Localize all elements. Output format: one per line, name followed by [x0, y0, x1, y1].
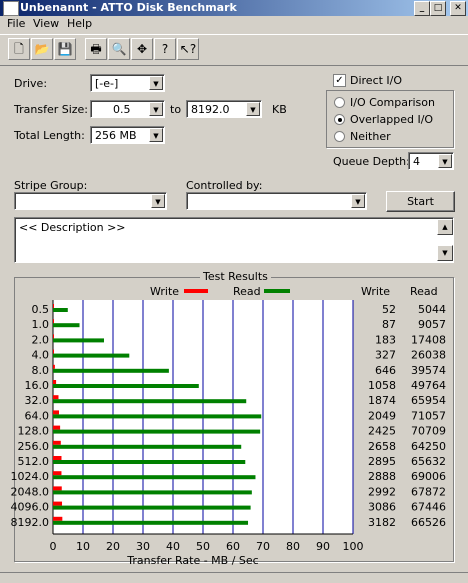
category-label: 1.0: [32, 318, 50, 331]
read-bar: [53, 520, 249, 525]
read-bar: [53, 323, 80, 328]
category-label: 0.5: [32, 303, 50, 316]
write-value: 327: [375, 349, 396, 362]
write-bar: [53, 456, 62, 460]
write-bar: [53, 364, 55, 369]
read-bar: [53, 414, 262, 419]
read-bar: [53, 475, 256, 480]
status-bar: [0, 572, 468, 583]
category-label: 1024.0: [11, 470, 50, 483]
x-tick-label: 90: [316, 540, 330, 553]
read-value: 64250: [411, 440, 446, 453]
x-tick-label: 60: [226, 540, 240, 553]
read-bar: [53, 384, 199, 388]
x-tick-label: 80: [286, 540, 300, 553]
x-tick-label: 50: [196, 540, 210, 553]
read-bar: [53, 399, 247, 404]
write-value: 646: [375, 364, 396, 377]
write-value: 2658: [368, 440, 396, 453]
category-label: 4096.0: [11, 501, 50, 514]
category-label: 8192.0: [11, 516, 50, 529]
x-axis-title: Transfer Rate - MB / Sec: [126, 554, 258, 567]
read-bar: [53, 368, 169, 373]
write-value: 2895: [368, 455, 396, 468]
write-bar: [53, 471, 62, 476]
read-bar: [53, 353, 130, 358]
category-label: 256.0: [18, 440, 50, 453]
read-value: 71057: [411, 409, 446, 422]
read-value: 5044: [418, 303, 446, 316]
write-value: 1058: [368, 379, 396, 392]
write-value: 183: [375, 333, 396, 346]
read-bar: [53, 505, 251, 510]
write-bar: [53, 319, 54, 324]
read-bar: [53, 444, 242, 449]
x-tick-label: 10: [76, 540, 90, 553]
write-value: 2992: [368, 485, 396, 498]
write-value: 87: [382, 318, 396, 331]
read-value: 9057: [418, 318, 446, 331]
x-tick-label: 70: [256, 540, 270, 553]
read-bar: [53, 490, 252, 495]
read-value: 65954: [411, 394, 446, 407]
read-value: 69006: [411, 470, 446, 483]
write-bar: [53, 440, 61, 445]
category-label: 128.0: [18, 425, 50, 438]
x-tick-label: 30: [136, 540, 150, 553]
write-value: 2888: [368, 470, 396, 483]
write-bar: [53, 501, 63, 506]
x-tick-label: 0: [50, 540, 57, 553]
category-label: 512.0: [18, 455, 50, 468]
read-bar: [53, 308, 68, 312]
transfer-rate-chart: 0 10 20 30 40 50 60 70 80 90 100 Transfer Rate - MB…: [11, 300, 446, 567]
read-bar: [53, 460, 246, 464]
write-value: 2049: [368, 409, 396, 422]
category-label: 16.0: [25, 379, 50, 392]
x-tick-label: 100: [343, 540, 364, 553]
read-value: 65632: [411, 455, 446, 468]
write-bar: [53, 380, 57, 384]
read-value: 67872: [411, 485, 446, 498]
write-bar: [53, 349, 54, 354]
x-tick-label: 20: [106, 540, 120, 553]
category-label: 2048.0: [11, 485, 50, 498]
write-value: 52: [382, 303, 396, 316]
read-value: 39574: [411, 364, 446, 377]
category-label: 32.0: [25, 394, 50, 407]
category-label: 4.0: [32, 349, 50, 362]
read-value: 70709: [411, 425, 446, 438]
write-bar: [53, 410, 59, 415]
read-value: 17408: [411, 333, 446, 346]
category-label: 2.0: [32, 333, 50, 346]
x-tick-label: 40: [166, 540, 180, 553]
category-label: 64.0: [25, 409, 50, 422]
read-value: 67446: [411, 501, 446, 514]
write-bar: [53, 486, 62, 491]
write-bar: [53, 395, 59, 400]
write-value: 2425: [368, 425, 396, 438]
category-label: 8.0: [32, 364, 50, 377]
read-value: 66526: [411, 516, 446, 529]
read-value: 26038: [411, 349, 446, 362]
read-value: 49764: [411, 379, 446, 392]
write-bar: [53, 334, 54, 339]
read-bar: [53, 338, 104, 343]
write-bar: [53, 425, 61, 430]
write-value: 3182: [368, 516, 396, 529]
write-bar: [53, 516, 63, 521]
read-bar: [53, 429, 261, 434]
write-bar: [53, 304, 54, 308]
write-value: 1874: [368, 394, 396, 407]
write-value: 3086: [368, 501, 396, 514]
